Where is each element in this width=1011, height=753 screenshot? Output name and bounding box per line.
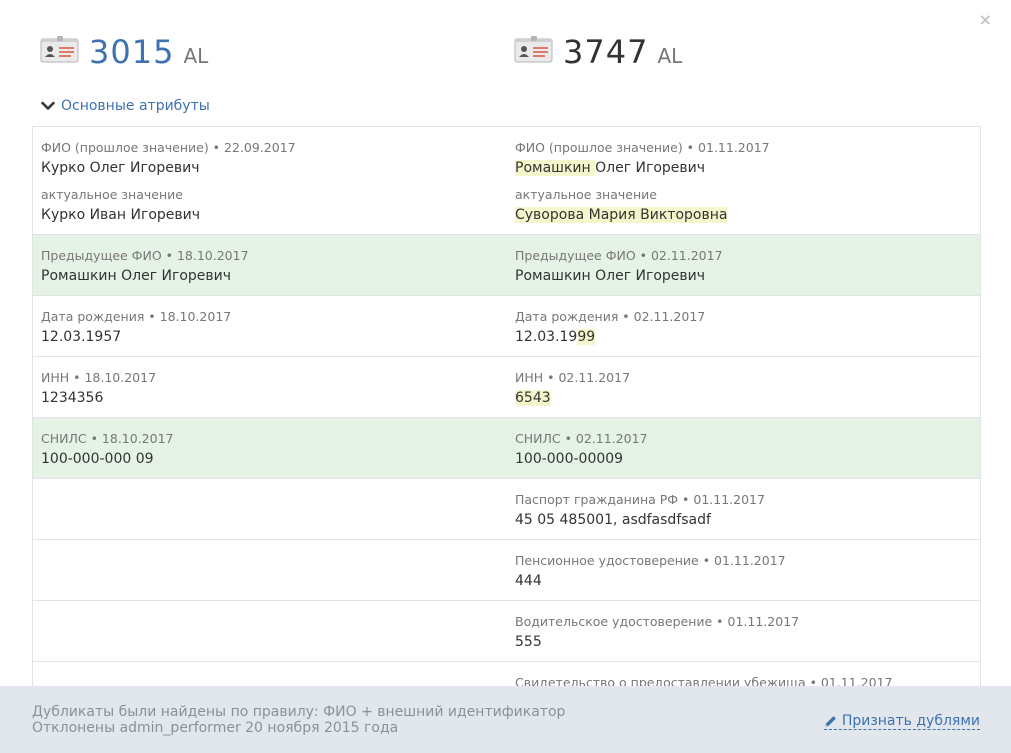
right-cell: СНИЛС • 02.11.2017 100-000-00009 <box>507 418 980 478</box>
attribute-value: 555 <box>515 634 542 650</box>
attribute-sub-value: Суворова Мария Викторовна <box>515 206 972 224</box>
confirm-label: Признать дублями <box>841 713 980 729</box>
diff-highlight: Ромашкин <box>515 160 596 176</box>
attribute-label: Предыдущее ФИО • 18.10.2017 <box>41 248 249 263</box>
right-cell: ИНН • 02.11.2017 6543 <box>507 357 980 417</box>
attribute-label: Водительское удостоверение • 01.11.2017 <box>515 614 800 629</box>
right-card: 3747 AL <box>514 30 682 74</box>
right-cell: Паспорт гражданина РФ • 01.11.2017 45 05… <box>507 479 980 539</box>
attribute-value: 45 05 485001, asdfasdfsadf <box>515 512 711 528</box>
close-icon[interactable]: × <box>979 12 992 28</box>
attribute-label: ФИО (прошлое значение) • 22.09.2017 <box>41 140 296 155</box>
cards-header: 3015 AL 3747 AL <box>40 30 1011 74</box>
table-row: Пенсионное удостоверение • 01.11.2017 44… <box>33 540 980 601</box>
attribute-value: Ромашкин Олег Игоревич <box>515 268 706 284</box>
left-cell: Дата рождения • 18.10.2017 12.03.1957 <box>33 296 507 356</box>
attribute-sub-label: актуальное значение <box>515 187 657 202</box>
left-cell: ИНН • 18.10.2017 1234356 <box>33 357 507 417</box>
attribute-label: Дата рождения • 02.11.2017 <box>515 309 706 324</box>
attribute-label: Дата рождения • 18.10.2017 <box>41 309 232 324</box>
attribute-label: ФИО (прошлое значение) • 01.11.2017 <box>515 140 770 155</box>
duplicates-modal: × 3015 AL 3747 AL Основные атрибуты ФИО … <box>0 0 1011 753</box>
rejected-text: Отклонены admin_performer 20 ноября 2015… <box>32 720 399 736</box>
left-cell: ФИО (прошлое значение) • 22.09.2017 Курк… <box>33 127 507 234</box>
left-cell-empty <box>33 479 507 539</box>
right-cell: Пенсионное удостоверение • 01.11.2017 44… <box>507 540 980 600</box>
attribute-label: СНИЛС • 18.10.2017 <box>41 431 174 446</box>
attribute-value: 12.03.1999 <box>515 328 972 346</box>
left-card-suffix: AL <box>183 44 209 68</box>
right-cell: Водительское удостоверение • 01.11.2017 … <box>507 601 980 661</box>
table-row: ФИО (прошлое значение) • 22.09.2017 Курк… <box>33 127 980 235</box>
attribute-label: Паспорт гражданина РФ • 01.11.2017 <box>515 492 765 507</box>
left-cell: Предыдущее ФИО • 18.10.2017 Ромашкин Оле… <box>33 235 507 295</box>
attribute-label: Предыдущее ФИО • 02.11.2017 <box>515 248 723 263</box>
left-cell: СНИЛС • 18.10.2017 100-000-000 09 <box>33 418 507 478</box>
section-title: Основные атрибуты <box>61 98 210 114</box>
attribute-sub-label: актуальное значение <box>41 187 183 202</box>
attribute-label: Пенсионное удостоверение • 01.11.2017 <box>515 553 786 568</box>
attribute-sub-value: Курко Иван Игоревич <box>41 207 201 223</box>
confirm-duplicates-button[interactable]: Признать дублями <box>823 713 980 730</box>
table-row: Водительское удостоверение • 01.11.2017 … <box>33 601 980 662</box>
table-row: ИНН • 18.10.2017 1234356 ИНН • 02.11.201… <box>33 357 980 418</box>
attribute-value: Ромашкин Олег Игоревич <box>515 159 972 177</box>
right-cell: Дата рождения • 02.11.2017 12.03.1999 <box>507 296 980 356</box>
attribute-value: 12.03.1957 <box>41 329 122 345</box>
value-plain: 12.03.19 <box>515 329 578 345</box>
table-row: Паспорт гражданина РФ • 01.11.2017 45 05… <box>33 479 980 540</box>
id-card-icon <box>40 36 79 63</box>
attribute-label: ИНН • 18.10.2017 <box>41 370 157 385</box>
left-card: 3015 AL <box>40 30 208 74</box>
diff-highlight: 6543 <box>515 390 551 406</box>
attribute-label: ИНН • 02.11.2017 <box>515 370 631 385</box>
section-toggle-main-attributes[interactable]: Основные атрибуты <box>41 98 210 114</box>
right-cell: Предыдущее ФИО • 02.11.2017 Ромашкин Оле… <box>507 235 980 295</box>
footer-info: Дубликаты были найдены по правилу: ФИО +… <box>32 704 565 736</box>
diff-highlight: 99 <box>577 329 596 345</box>
pencil-icon <box>824 715 836 727</box>
attribute-value: Ромашкин Олег Игоревич <box>41 268 232 284</box>
right-card-suffix: AL <box>657 44 683 68</box>
left-cell-empty <box>33 540 507 600</box>
attribute-label: СНИЛС • 02.11.2017 <box>515 431 648 446</box>
attribute-value: Курко Олег Игоревич <box>41 160 200 176</box>
attributes-table: ФИО (прошлое значение) • 22.09.2017 Курк… <box>32 126 981 706</box>
attribute-value: 100-000-000 09 <box>41 451 154 467</box>
value-rest: Олег Игоревич <box>595 160 706 176</box>
diff-highlight: Суворова Мария Викторовна <box>515 207 728 223</box>
attribute-value: 444 <box>515 573 542 589</box>
chevron-down-icon <box>41 101 55 110</box>
table-row: Предыдущее ФИО • 18.10.2017 Ромашкин Оле… <box>33 235 980 296</box>
id-card-icon <box>514 36 553 63</box>
modal-footer: Дубликаты были найдены по правилу: ФИО +… <box>0 686 1011 753</box>
left-cell-empty <box>33 601 507 661</box>
table-row: СНИЛС • 18.10.2017 100-000-000 09 СНИЛС … <box>33 418 980 479</box>
right-card-number: 3747 <box>563 33 649 71</box>
attribute-value: 100-000-00009 <box>515 451 624 467</box>
right-cell: ФИО (прошлое значение) • 01.11.2017 Рома… <box>507 127 980 234</box>
left-card-number[interactable]: 3015 <box>89 30 174 74</box>
table-row: Дата рождения • 18.10.2017 12.03.1957 Да… <box>33 296 980 357</box>
attribute-value: 6543 <box>515 389 972 407</box>
attribute-value: 1234356 <box>41 390 104 406</box>
rule-text: Дубликаты были найдены по правилу: ФИО +… <box>32 704 566 720</box>
